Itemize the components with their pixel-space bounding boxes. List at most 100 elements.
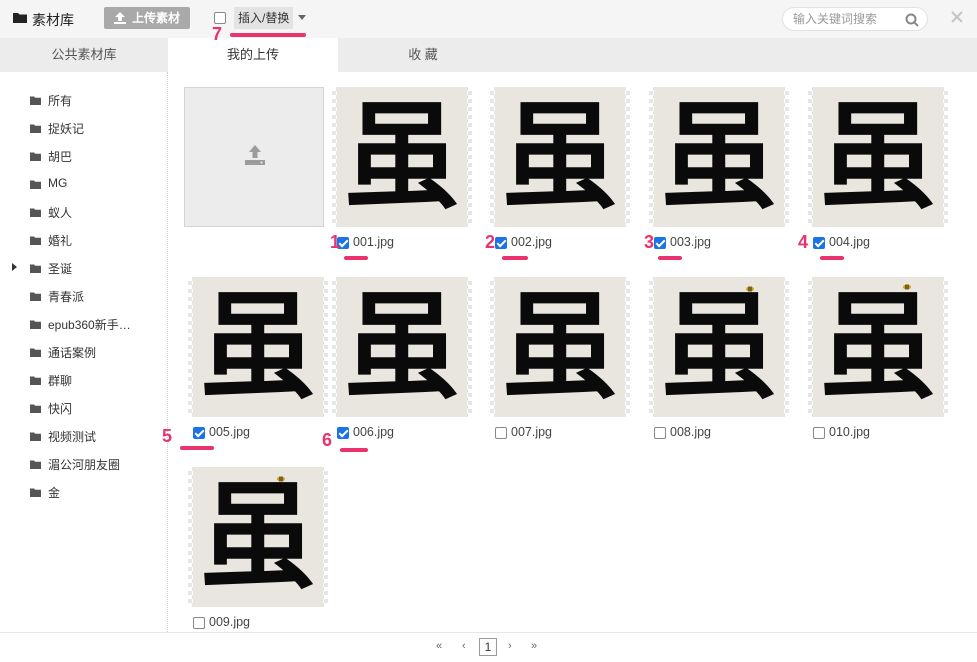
annotation-underline: [502, 256, 528, 260]
folder-icon: [30, 180, 41, 189]
file-name: 004.jpg: [829, 235, 871, 249]
chevron-down-icon[interactable]: [298, 15, 306, 20]
folder-icon: [30, 96, 41, 105]
calligraphy-glyph: 虽: [502, 89, 618, 225]
annotation-underline: [340, 448, 368, 452]
folder-icon: [30, 432, 41, 441]
sidebar-item-label: 捉妖记: [48, 122, 85, 136]
sidebar-item[interactable]: 群聊: [0, 366, 167, 394]
folder-icon: [30, 292, 41, 301]
expand-arrow-icon[interactable]: [12, 263, 17, 271]
tab-bar: 公共素材库 我的上传 收 藏: [0, 38, 977, 72]
sidebar-item[interactable]: 湄公河朋友圈: [0, 450, 167, 478]
sidebar-item[interactable]: 所有: [0, 86, 167, 114]
thumbnail-image: 虽: [495, 277, 625, 417]
sidebar-item-label: 群聊: [48, 374, 73, 388]
sidebar-item[interactable]: 金: [0, 478, 167, 506]
file-select-checkbox[interactable]: [337, 427, 349, 439]
file-select-checkbox[interactable]: [813, 427, 825, 439]
sidebar-item[interactable]: 青春派: [0, 282, 167, 310]
bee-decoration-icon: [903, 284, 911, 290]
tab-my-uploads[interactable]: 我的上传: [168, 38, 338, 72]
header-bar: 素材库 上传素材 插入/替换: [0, 0, 977, 38]
image-thumbnail[interactable]: 虽: [332, 277, 472, 417]
file-select-checkbox[interactable]: [495, 427, 507, 439]
sidebar-item[interactable]: 圣诞: [0, 254, 167, 282]
calligraphy-glyph: 虽: [200, 279, 316, 415]
search-box: [782, 7, 928, 31]
sidebar-item-label: 蚁人: [48, 206, 73, 220]
annotation-number: 1: [330, 232, 341, 252]
image-thumbnail[interactable]: 虽: [490, 87, 630, 227]
annotation-underline: [820, 256, 844, 260]
sidebar-item[interactable]: 蚁人: [0, 198, 167, 226]
sidebar-item-label: 金: [48, 486, 61, 500]
calligraphy-glyph: 虽: [820, 279, 936, 415]
annotation-underline: [658, 256, 682, 260]
image-thumbnail[interactable]: 虽: [188, 277, 328, 417]
sidebar: 所有捉妖记胡巴 MG 蚁人婚礼 圣诞 青春派 epub360新手… 通话案例群聊快闪 视频测试…: [0, 72, 168, 632]
folder-icon: [30, 376, 41, 385]
thumbnail-image: 虽: [193, 467, 323, 607]
annotation-underline: [344, 256, 368, 260]
upload-material-button[interactable]: 上传素材: [104, 7, 190, 29]
file-select-checkbox[interactable]: [193, 617, 205, 629]
file-select-checkbox[interactable]: [654, 427, 666, 439]
annotation-underline-7: [230, 33, 306, 37]
folder-icon: [30, 124, 41, 133]
sidebar-item[interactable]: 视频测试: [0, 422, 167, 450]
image-thumbnail[interactable]: 虽: [490, 277, 630, 417]
file-name: 009.jpg: [209, 615, 251, 629]
insert-replace-mode[interactable]: 插入/替换: [234, 7, 294, 29]
sidebar-item[interactable]: epub360新手…: [0, 310, 167, 338]
file-select-checkbox[interactable]: [813, 237, 825, 249]
folder-icon: [30, 460, 41, 469]
thumbnail-image: 虽: [193, 277, 323, 417]
app-title: 素材库: [32, 12, 74, 28]
sidebar-item[interactable]: 捉妖记: [0, 114, 167, 142]
upload-tile[interactable]: [184, 87, 324, 227]
calligraphy-glyph: 虽: [502, 279, 618, 415]
search-input[interactable]: [793, 11, 903, 27]
calligraphy-glyph: 虽: [344, 89, 460, 225]
image-thumbnail[interactable]: 虽: [808, 87, 948, 227]
file-name: 005.jpg: [209, 425, 251, 439]
sidebar-item[interactable]: MG: [0, 170, 167, 198]
upload-icon: [114, 12, 126, 24]
folder-icon: [30, 152, 41, 161]
file-name: 008.jpg: [670, 425, 712, 439]
bee-decoration-icon: [746, 286, 754, 292]
file-select-checkbox[interactable]: [495, 237, 507, 249]
annotation-number: 6: [322, 430, 333, 450]
sidebar-item[interactable]: 通话案例: [0, 338, 167, 366]
file-name: 007.jpg: [511, 425, 553, 439]
annotation-number-7: 7: [212, 24, 223, 44]
calligraphy-glyph: 虽: [661, 89, 777, 225]
pagination-prev[interactable]: ‹: [462, 640, 466, 652]
image-thumbnail[interactable]: 虽: [188, 467, 328, 607]
file-select-checkbox[interactable]: [654, 237, 666, 249]
tab-public-library[interactable]: 公共素材库: [0, 38, 168, 72]
pagination-current[interactable]: 1: [479, 638, 497, 656]
pagination-next[interactable]: ›: [508, 640, 512, 652]
pagination-bar: « ‹ 1 › »: [0, 632, 977, 662]
image-thumbnail[interactable]: 虽: [649, 277, 789, 417]
image-thumbnail[interactable]: 虽: [649, 87, 789, 227]
insert-replace-checkbox[interactable]: [214, 12, 226, 24]
upload-button-label: 上传素材: [132, 11, 181, 25]
close-icon[interactable]: [951, 11, 963, 23]
image-thumbnail[interactable]: 虽: [808, 277, 948, 417]
pagination-first[interactable]: «: [436, 640, 442, 652]
search-icon[interactable]: [905, 13, 919, 27]
file-name: 003.jpg: [670, 235, 712, 249]
file-select-checkbox[interactable]: [193, 427, 205, 439]
image-thumbnail[interactable]: 虽: [332, 87, 472, 227]
sidebar-item[interactable]: 快闪: [0, 394, 167, 422]
thumbnail-image: 虽: [654, 277, 784, 417]
calligraphy-glyph: 虽: [344, 279, 460, 415]
pagination-last[interactable]: »: [531, 640, 537, 652]
sidebar-item[interactable]: 婚礼: [0, 226, 167, 254]
tab-favorites[interactable]: 收 藏: [338, 38, 508, 72]
folder-icon: [30, 208, 41, 217]
sidebar-item[interactable]: 胡巴: [0, 142, 167, 170]
